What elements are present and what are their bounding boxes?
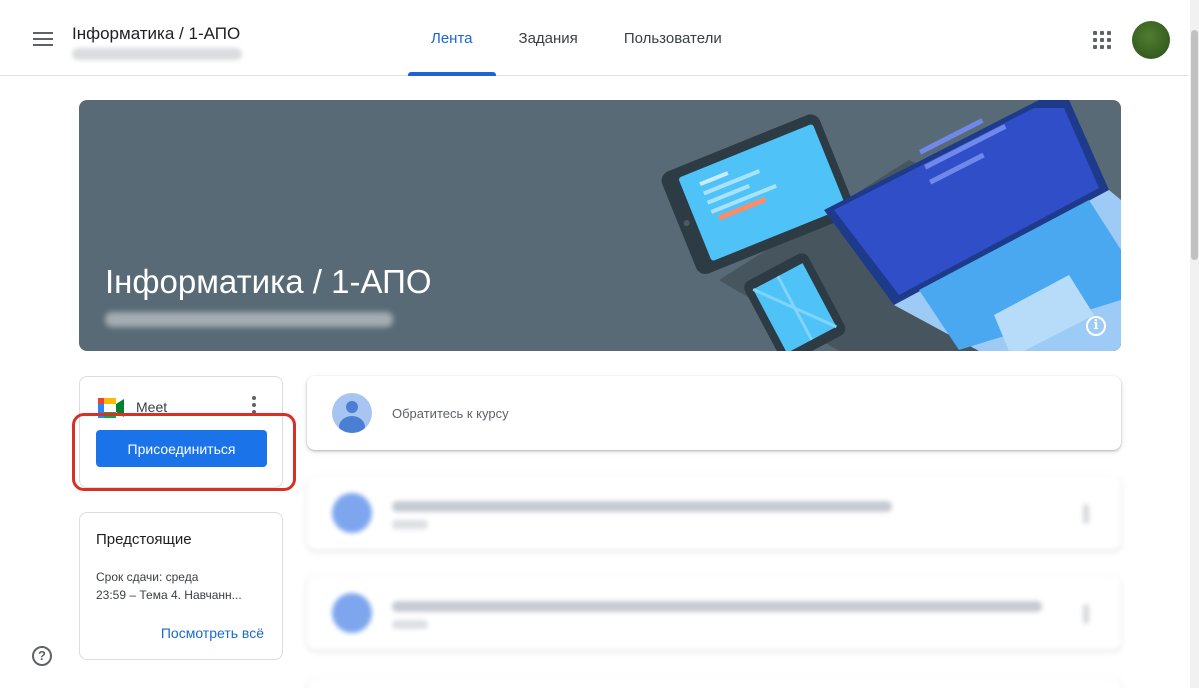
banner-subtitle-blurred [105, 312, 393, 327]
scrollbar[interactable] [1190, 0, 1199, 688]
help-icon[interactable]: ? [32, 646, 52, 666]
assignment-icon [332, 493, 372, 533]
course-title[interactable]: Інформатика / 1-АПО [72, 24, 240, 44]
assignment-icon [332, 593, 372, 633]
view-all-link[interactable]: Посмотреть всё [161, 625, 264, 641]
course-banner: Інформатика / 1-АПО [79, 100, 1121, 351]
more-vert-icon[interactable] [248, 395, 260, 415]
join-meet-button[interactable]: Присоединиться [96, 430, 267, 467]
tab-bar: Лента Задания Пользователи [408, 0, 745, 76]
scrollbar-thumb[interactable] [1191, 30, 1198, 260]
tab-people[interactable]: Пользователи [601, 0, 745, 76]
stream-post[interactable] [307, 476, 1121, 550]
announcement-placeholder: Обратитесь к курсу [392, 406, 509, 421]
announcement-composer[interactable]: Обратитесь к курсу [307, 376, 1121, 450]
google-meet-icon [98, 398, 124, 418]
top-app-bar: Інформатика / 1-АПО Лента Задания Пользо… [0, 0, 1188, 76]
apps-grid-icon[interactable] [1093, 31, 1111, 49]
avatar[interactable] [1132, 21, 1170, 59]
menu-icon[interactable] [33, 32, 53, 48]
more-vert-icon[interactable] [1083, 504, 1089, 524]
upcoming-item[interactable]: 23:59 – Тема 4. Навчанн... [96, 588, 276, 602]
upcoming-card: Предстоящие Срок сдачи: среда 23:59 – Те… [79, 512, 283, 660]
course-subtitle-blurred [72, 48, 242, 60]
meet-label: Meet [136, 399, 168, 415]
stream-post[interactable] [307, 576, 1121, 650]
stream-post[interactable] [307, 678, 1121, 688]
upcoming-title: Предстоящие [96, 531, 192, 548]
banner-course-title: Інформатика / 1-АПО [105, 263, 432, 300]
info-icon[interactable]: i [1086, 316, 1106, 336]
upcoming-due: Срок сдачи: среда [96, 570, 199, 584]
user-avatar-icon [332, 393, 372, 433]
more-vert-icon[interactable] [1083, 604, 1089, 624]
tab-stream[interactable]: Лента [408, 0, 496, 76]
tab-classwork[interactable]: Задания [496, 0, 601, 76]
